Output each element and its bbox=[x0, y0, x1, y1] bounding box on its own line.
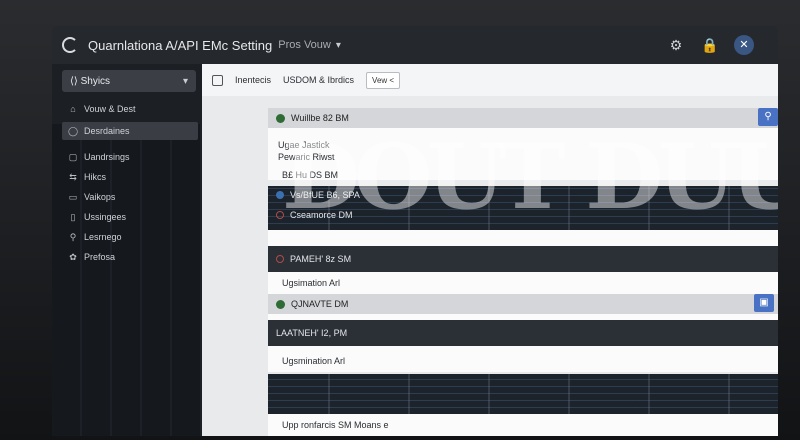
card-line: Pewaric Riwst bbox=[278, 152, 335, 162]
card-line: Ugae Jastick bbox=[278, 140, 330, 150]
share-icon: ⇆ bbox=[69, 172, 77, 182]
card-header[interactable]: Wuillbe 82 BM bbox=[268, 108, 778, 128]
sidebar-item-4[interactable]: ⇆ Hikcs bbox=[62, 168, 198, 186]
save-icon[interactable]: ▣ bbox=[754, 294, 774, 312]
chevron-down-icon: ▾ bbox=[182, 75, 188, 87]
settings-icon: ✿ bbox=[69, 252, 77, 262]
card-title: Vs/BfUE B6, SPA bbox=[290, 190, 360, 200]
card-spacer bbox=[268, 230, 778, 246]
collapse-icon: ⟨⟩ bbox=[70, 75, 81, 87]
monitor-icon: ▭ bbox=[68, 192, 78, 202]
app-logo-icon bbox=[62, 37, 78, 53]
sidebar-item-label: Desrdaines bbox=[84, 126, 130, 136]
server-image-strip bbox=[268, 374, 778, 414]
title-actions: ⚙ 🔒 ✕ bbox=[666, 35, 754, 55]
sidebar-item-label: Vaikops bbox=[84, 192, 116, 202]
sidebar-item-label: Vouw & Dest bbox=[84, 104, 136, 114]
status-dot-icon bbox=[276, 191, 284, 199]
gear-icon[interactable]: ⚙ bbox=[666, 35, 686, 55]
view-button[interactable]: Vew < bbox=[366, 71, 401, 89]
card-list: Wuillbe 82 BM ⚲ Ugae Jastick Pewaric Riw… bbox=[268, 108, 778, 436]
sidebar-item-label: Ussingees bbox=[84, 212, 127, 222]
card-body bbox=[268, 272, 778, 294]
card-title: QJNAVTE DM bbox=[291, 299, 349, 309]
title-bar: Quarnlationa A/API EMc Setting Pros Vouw… bbox=[52, 26, 778, 64]
card-title: LAATNEH' I2, PM bbox=[276, 328, 348, 338]
sidebar-item-5[interactable]: ▭ Vaikops bbox=[62, 188, 198, 206]
card-title: Wuillbe 82 BM bbox=[291, 113, 349, 123]
sidebar-item-label: Hikcs bbox=[84, 172, 106, 182]
alert-icon bbox=[276, 211, 284, 219]
card-title: PAMEH' 8z SM bbox=[290, 254, 352, 264]
sidebar-item-7[interactable]: ⚲ Lesrnego bbox=[62, 228, 198, 246]
sidebar-select-label: Shyics bbox=[80, 75, 111, 87]
close-icon[interactable]: ✕ bbox=[734, 35, 754, 55]
window-subtitle[interactable]: Pros Vouw bbox=[278, 39, 331, 51]
card-header[interactable]: LAATNEH' I2, PM bbox=[268, 320, 778, 346]
sidebar-item-2[interactable]: ◯ Desrdaines bbox=[62, 122, 198, 140]
card-body bbox=[268, 128, 778, 180]
card-label: Ugsimation Arl bbox=[282, 278, 341, 288]
card-subtitle: Cseamorce DM bbox=[290, 210, 353, 220]
sidebar-item-3[interactable]: ▢ Uandrsings bbox=[62, 148, 198, 166]
window-title: Quarnlationa A/API EMc Setting bbox=[88, 37, 273, 53]
toolbar: Inentecis USDOM & Ibrdics Vew < bbox=[202, 64, 778, 96]
sidebar-item-label: Uandrsings bbox=[84, 152, 130, 162]
sidebar-select[interactable]: ⟨⟩ Shyics ▾ bbox=[62, 70, 196, 92]
home-icon: ⌂ bbox=[70, 104, 76, 114]
panel-toggle-icon[interactable] bbox=[212, 74, 223, 86]
status-dot-icon bbox=[276, 113, 285, 123]
card-label: Ugsmination Arl bbox=[282, 356, 346, 366]
alert-icon bbox=[276, 255, 284, 263]
breadcrumb-item[interactable]: Inentecis bbox=[235, 75, 271, 85]
main-panel: Inentecis USDOM & Ibrdics Vew < Wuillbe … bbox=[202, 64, 778, 436]
sidebar-item-label: Lesrnego bbox=[84, 232, 122, 242]
sidebar: ⟨⟩ Shyics ▾ ⌂ Vouw & Dest ◯ Desrdaines ▢… bbox=[52, 64, 202, 436]
grid-icon: ▢ bbox=[68, 152, 78, 162]
search-icon[interactable]: ⚲ bbox=[758, 108, 778, 126]
card-label: B£ Hu DS BM bbox=[282, 170, 339, 180]
lock-icon[interactable]: 🔒 bbox=[700, 35, 720, 55]
status-dot-icon bbox=[276, 299, 285, 309]
chevron-down-icon[interactable]: ▾ bbox=[336, 40, 341, 51]
sidebar-item-6[interactable]: ▯ Ussingees bbox=[62, 208, 198, 226]
file-icon: ▯ bbox=[70, 212, 76, 222]
user-icon: ◯ bbox=[68, 126, 79, 136]
breadcrumb-item[interactable]: USDOM & Ibrdics bbox=[283, 75, 354, 85]
card-header[interactable]: Vs/BfUE B6, SPA bbox=[268, 188, 778, 202]
card-label: Upp ronfarcis SM Moans e bbox=[282, 420, 389, 430]
sidebar-item-1[interactable]: ⌂ Vouw & Dest bbox=[62, 100, 198, 118]
sidebar-item-8[interactable]: ✿ Prefosa bbox=[62, 248, 198, 266]
card-subrow: Cseamorce DM bbox=[268, 208, 778, 222]
card-header[interactable]: QJNAVTE DM bbox=[268, 294, 778, 314]
sidebar-item-label: Prefosa bbox=[84, 252, 116, 262]
app-window: Quarnlationa A/API EMc Setting Pros Vouw… bbox=[52, 26, 778, 436]
search-icon: ⚲ bbox=[69, 232, 77, 242]
card-header[interactable]: PAMEH' 8z SM bbox=[268, 246, 778, 272]
